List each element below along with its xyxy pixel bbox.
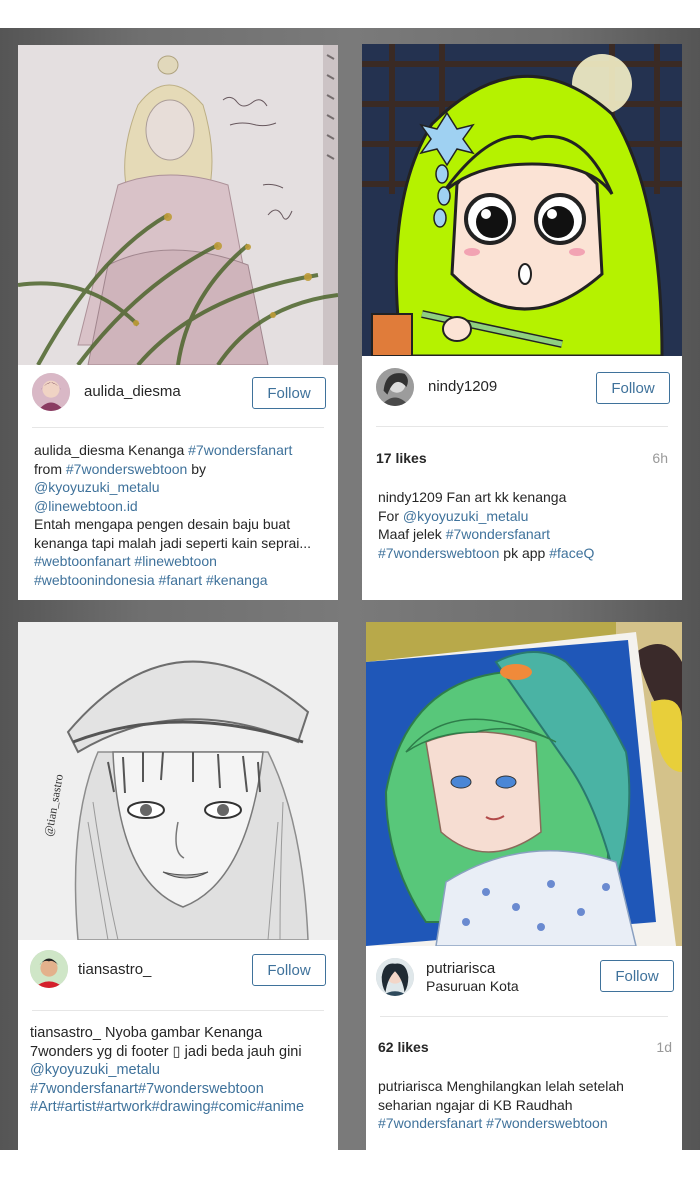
sketch-artwork xyxy=(18,45,338,365)
hashtag-link[interactable]: #7wonderswebtoon xyxy=(66,461,187,477)
caption-line: #Art#artist#artwork#drawing#comic#anime xyxy=(30,1098,328,1117)
caption-line: nindy1209 Fan art kk kenanga xyxy=(378,488,672,507)
username[interactable]: putriarisca xyxy=(426,960,495,977)
hashtag-link[interactable]: #7wondersfanart#7wonderswebtoon xyxy=(30,1081,264,1097)
caption-text: kenanga tapi malah jadi seperti kain sep… xyxy=(34,534,312,551)
follow-button[interactable]: Follow xyxy=(600,960,674,992)
post-header: tiansastro_ Follow xyxy=(18,940,338,996)
caption-text: by xyxy=(187,460,206,477)
hashtag-link[interactable]: #7wondersfanart xyxy=(446,526,550,542)
colored-artwork xyxy=(366,622,682,946)
post-photo-pencil-portrait[interactable]: @tian_sastro xyxy=(18,622,338,940)
likes-count[interactable]: 17 likes xyxy=(376,450,427,466)
post-header: nindy1209 Follow xyxy=(362,360,682,416)
caption-line: from #7wonderswebtoon by xyxy=(34,460,328,479)
bottom-margin xyxy=(0,1150,700,1188)
post-photo-sketch-kenanga[interactable] xyxy=(18,45,338,365)
post-caption: aulida_diesma Kenanga #7wondersfanart fro… xyxy=(34,441,328,589)
cartoon-artwork xyxy=(362,44,682,356)
caption-text: Entah mengapa pengen desain baju buat xyxy=(34,516,291,532)
hashtag-link[interactable]: #7wondersfanart xyxy=(188,442,292,458)
avatar[interactable] xyxy=(376,368,414,406)
avatar[interactable] xyxy=(376,958,414,996)
caption-text: Nyoba gambar Kenanga xyxy=(100,1025,263,1041)
hashtag-link[interactable]: #Art#artist#artwork#drawing#comic#anime xyxy=(30,1099,304,1115)
caption-line: #7wondersfanart#7wonderswebtoon xyxy=(30,1080,328,1099)
screenshot-panel-top: aulida_diesma Follow aulida_diesma Kenan… xyxy=(0,28,700,600)
divider xyxy=(32,1010,324,1011)
post-card-putriarisca: putriarisca Pasuruan Kota Follow 62 like… xyxy=(366,622,682,1150)
hashtag-link[interactable]: #webtoonindonesia #fanart #kenanga xyxy=(34,572,268,588)
post-caption: putriarisca Menghilangkan lelah setelah s… xyxy=(378,1077,672,1133)
follow-button[interactable]: Follow xyxy=(252,954,326,986)
caption-username[interactable]: tiansastro_ xyxy=(30,1025,101,1041)
caption-line: #7wonderswebtoon pk app #faceQ xyxy=(378,544,672,563)
caption-line: putriarisca Menghilangkan lelah setelah xyxy=(378,1077,672,1096)
caption-line: #webtoonfanart #linewebtoon xyxy=(34,552,328,571)
divider xyxy=(32,427,324,428)
hashtag-link[interactable]: @kyoyuzuki_metalu xyxy=(30,1062,160,1078)
username[interactable]: nindy1209 xyxy=(428,378,497,395)
divider xyxy=(380,1016,668,1017)
screenshot-panel-bottom: @tian_sastro tiansastro_ Follow tiansast… xyxy=(0,600,700,1150)
caption-line: kenanga tapi malah jadi seperti kain sep… xyxy=(34,534,328,553)
hashtag-link[interactable]: #7wondersfanart #7wonderswebtoon xyxy=(378,1115,608,1131)
caption-line: @linewebtoon.id xyxy=(34,497,328,516)
avatar[interactable] xyxy=(32,373,70,411)
avatar[interactable] xyxy=(30,950,68,988)
caption-line: aulida_diesma Kenanga #7wondersfanart xyxy=(34,441,328,460)
post-photo-colored-drawing[interactable] xyxy=(366,622,682,946)
caption-text: For xyxy=(378,507,403,524)
caption-text: from xyxy=(34,460,66,477)
caption-text: Menghilangkan lelah setelah xyxy=(442,1078,624,1094)
hashtag-link[interactable]: @kyoyuzuki_metalu xyxy=(403,508,529,524)
caption-line: tiansastro_ Nyoba gambar Kenanga xyxy=(30,1024,328,1043)
caption-line: #7wondersfanart #7wonderswebtoon xyxy=(378,1114,672,1133)
caption-text: Kenanga xyxy=(124,442,189,458)
post-caption: nindy1209 Fan art kk kenanga For @kyoyuzu… xyxy=(378,488,672,562)
post-time: 6h xyxy=(652,450,668,466)
post-card-tiansastro: @tian_sastro tiansastro_ Follow tiansast… xyxy=(18,622,338,1150)
caption-line: #webtoonindonesia #fanart #kenanga xyxy=(34,571,328,590)
hashtag-link[interactable]: @linewebtoon.id xyxy=(34,498,138,514)
post-time: 1d xyxy=(656,1039,672,1055)
follow-button[interactable]: Follow xyxy=(252,377,326,409)
caption-text: Maaf jelek xyxy=(378,526,446,542)
post-caption: tiansastro_ Nyoba gambar Kenanga 7wonders… xyxy=(30,1024,328,1117)
follow-button[interactable]: Follow xyxy=(596,372,670,404)
caption-line: seharian ngajar di KB Raudhah xyxy=(378,1096,672,1115)
hashtag-link[interactable]: #7wonderswebtoon xyxy=(378,545,499,561)
caption-username[interactable]: putriarisca xyxy=(378,1078,443,1094)
caption-text: pk app xyxy=(499,544,550,561)
caption-line: 7wonders yg di footer ▯ jadi beda jauh g… xyxy=(30,1043,328,1062)
post-header: aulida_diesma Follow xyxy=(18,365,338,421)
caption-text: Fan art kk kenanga xyxy=(442,489,567,505)
caption-username[interactable]: aulida_diesma xyxy=(34,442,124,458)
top-margin xyxy=(0,0,700,28)
caption-line: @kyoyuzuki_metalu xyxy=(30,1061,328,1080)
hashtag-link[interactable]: #faceQ xyxy=(549,545,594,561)
username[interactable]: aulida_diesma xyxy=(84,383,181,400)
caption-text: seharian ngajar di KB Raudhah xyxy=(378,1096,573,1113)
divider xyxy=(376,426,668,427)
caption-text: 7wonders yg di footer ▯ jadi beda jauh g… xyxy=(30,1043,302,1060)
username[interactable]: tiansastro_ xyxy=(78,961,151,978)
post-photo-faceq-kenanga[interactable] xyxy=(362,44,682,356)
caption-line: @kyoyuzuki_metalu xyxy=(34,478,328,497)
caption-line: For @kyoyuzuki_metalu xyxy=(378,507,672,526)
pencil-artwork: @tian_sastro xyxy=(18,622,338,940)
post-card-aulida: aulida_diesma Follow aulida_diesma Kenan… xyxy=(18,45,338,600)
hashtag-link[interactable]: #webtoonfanart #linewebtoon xyxy=(34,553,217,569)
hashtag-link[interactable]: @kyoyuzuki_metalu xyxy=(34,479,160,495)
caption-line: Maaf jelek #7wondersfanart xyxy=(378,525,672,544)
post-header: putriarisca Pasuruan Kota Follow xyxy=(366,950,682,1006)
caption-line: Entah mengapa pengen desain baju buat xyxy=(34,515,328,534)
likes-count[interactable]: 62 likes xyxy=(378,1039,429,1055)
location[interactable]: Pasuruan Kota xyxy=(426,978,519,994)
caption-username[interactable]: nindy1209 xyxy=(378,489,443,505)
post-card-nindy: nindy1209 Follow 17 likes 6h nindy1209 F… xyxy=(362,44,682,600)
